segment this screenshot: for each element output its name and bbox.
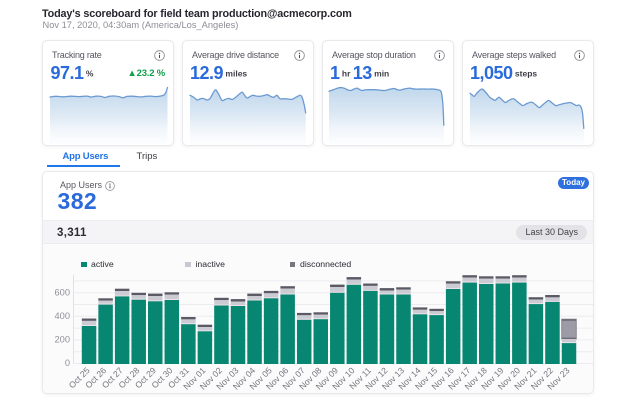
svg-text:0: 0 xyxy=(65,358,70,368)
svg-text:600: 600 xyxy=(54,287,70,297)
svg-text:400: 400 xyxy=(54,311,70,321)
svg-text:200: 200 xyxy=(54,335,70,345)
